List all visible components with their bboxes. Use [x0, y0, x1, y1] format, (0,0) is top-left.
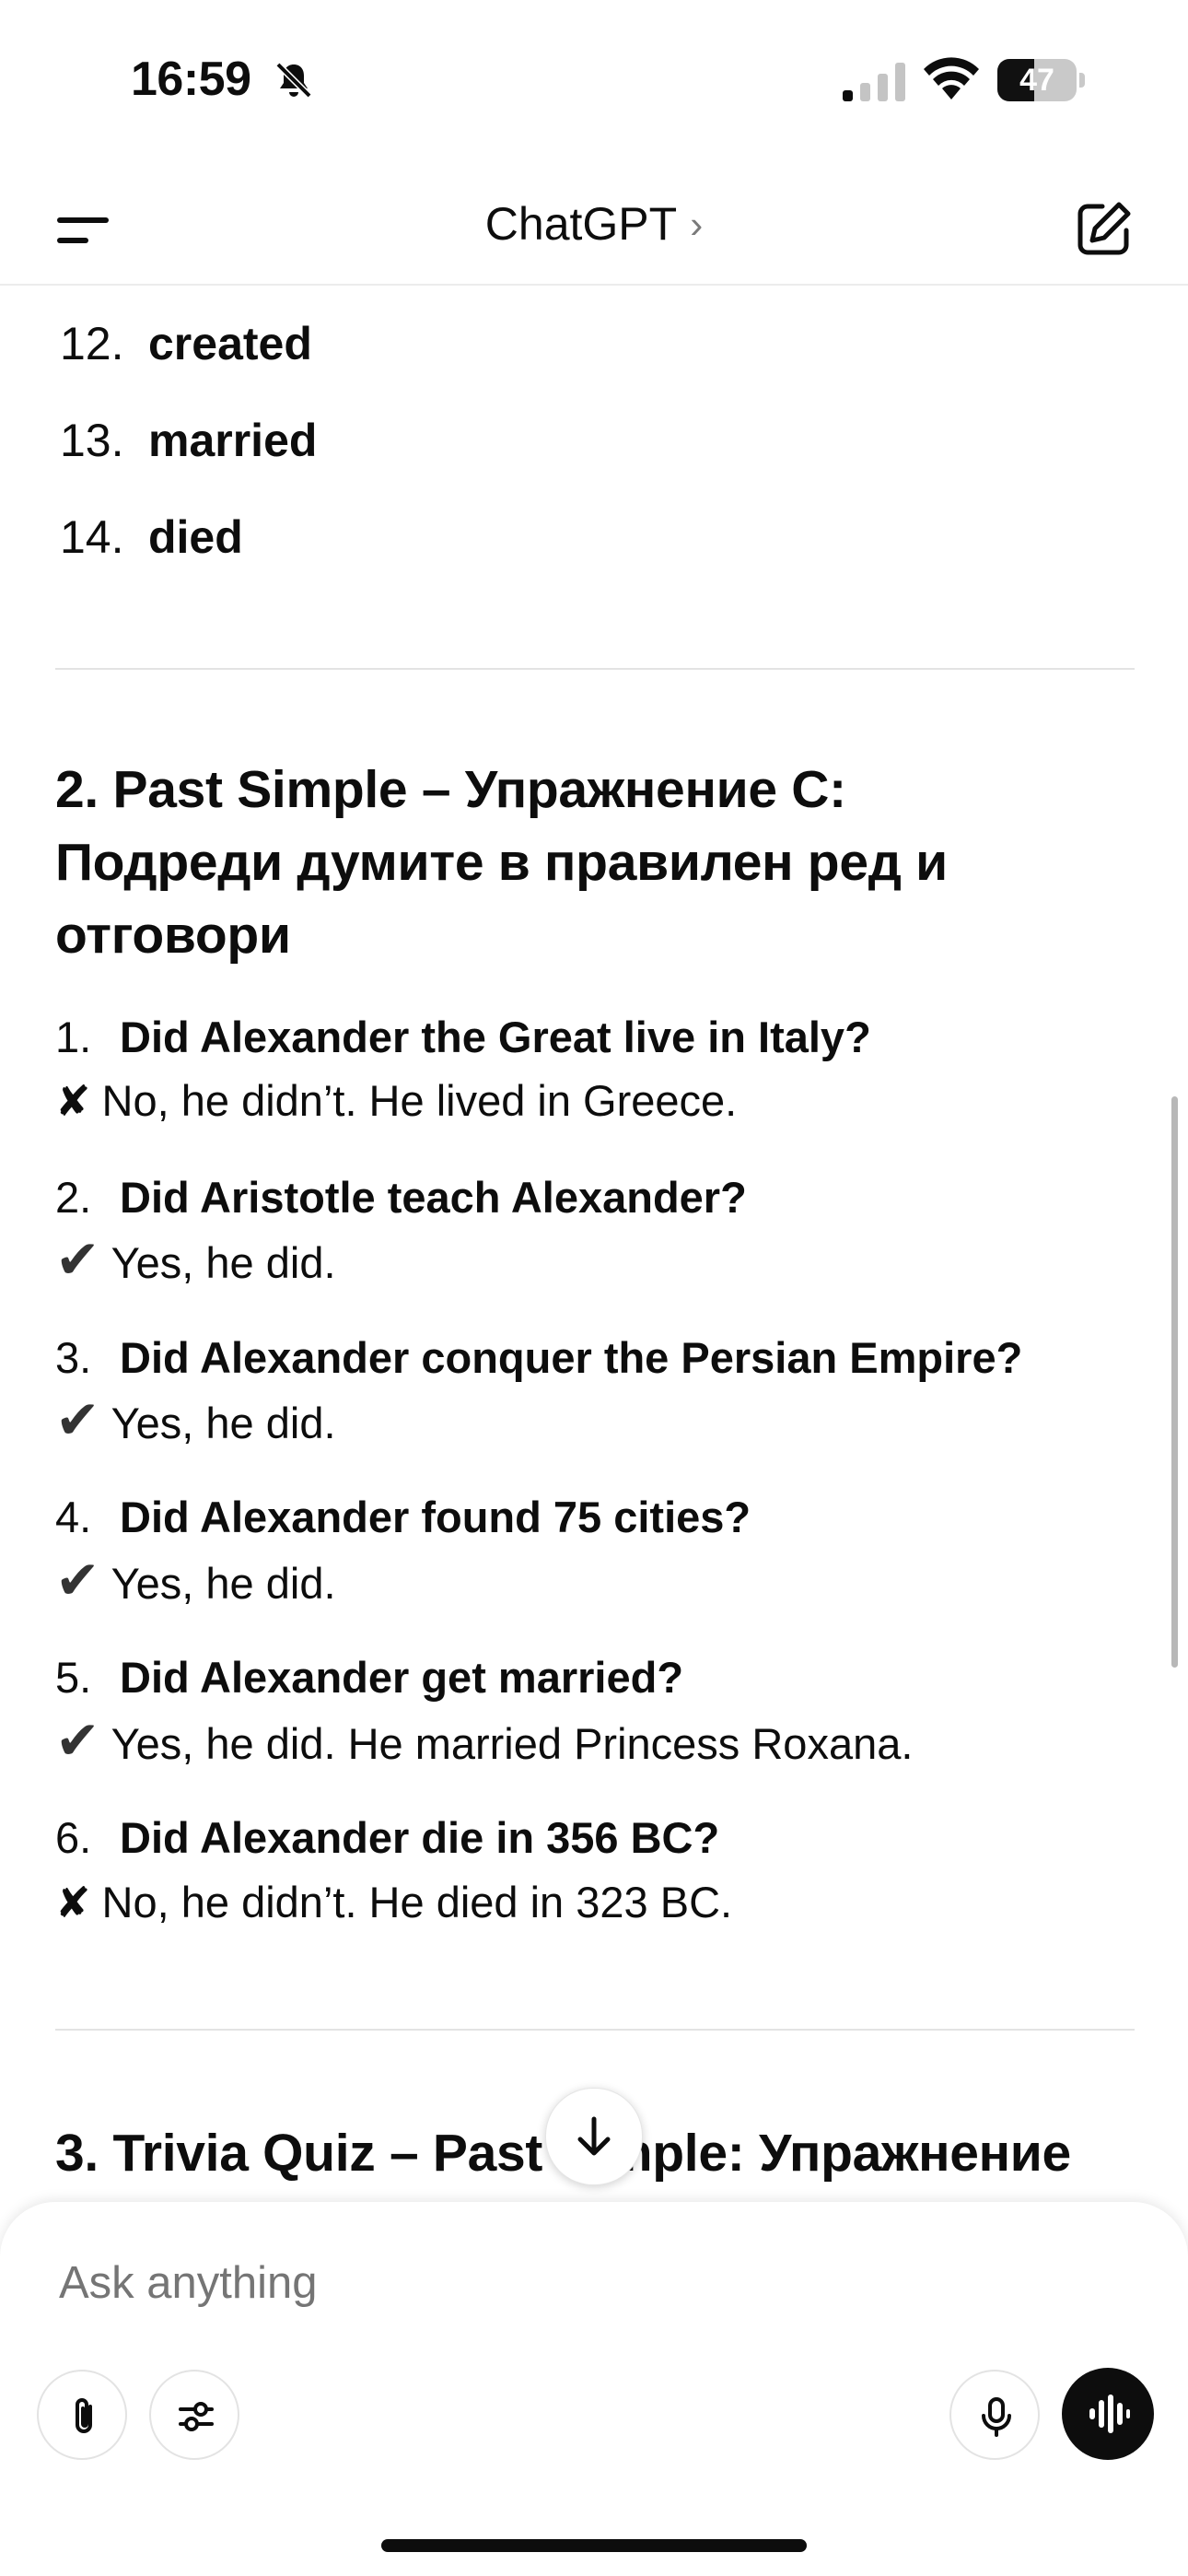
list-item: 13. married	[60, 415, 318, 466]
battery-indicator: 47	[997, 59, 1086, 101]
app-header: ChatGPT ›	[0, 175, 1188, 286]
silent-bell-icon	[275, 62, 312, 99]
scrollbar[interactable]	[1171, 1096, 1178, 1668]
answer-line: ✘ No, he didn’t. He lived in Greece.	[55, 1073, 1151, 1129]
model-selector[interactable]: ChatGPT ›	[0, 197, 1188, 251]
conversation-content: 12. created 13. married 14. died 2. Past Si…	[0, 286, 1188, 2202]
voice-mode-button[interactable]	[1062, 2368, 1154, 2460]
question-item: 2. Did Aristotle teach Alexander?	[55, 1173, 747, 1222]
arrow-down-icon	[577, 2116, 611, 2156]
answer-line: ✔ Yes, he did. He married Princess Roxana…	[55, 1711, 914, 1771]
status-time: 16:59	[131, 53, 251, 106]
attach-button[interactable]	[37, 2370, 127, 2460]
answer-line: ✔ Yes, he did.	[55, 1551, 336, 1610]
dictate-button[interactable]	[949, 2370, 1040, 2460]
check-mark-icon: ✔	[55, 1390, 100, 1450]
question-item: 5. Did Alexander get married?	[55, 1653, 684, 1702]
cross-mark-icon: ✘	[55, 1077, 91, 1125]
sliders-icon	[179, 2402, 214, 2431]
check-mark-icon: ✔	[55, 1551, 100, 1610]
mic-icon	[982, 2397, 1011, 2437]
chevron-right-icon: ›	[690, 203, 704, 246]
answer-line: ✔ Yes, he did.	[55, 1230, 336, 1290]
divider	[55, 668, 1135, 670]
voice-mode-icon	[1089, 2395, 1130, 2433]
battery-percent: 47	[1019, 63, 1054, 98]
question-item: 3. Did Alexander conquer the Persian Empi…	[55, 1333, 1023, 1382]
status-bar: 16:59 47	[0, 0, 1188, 161]
list-item: 12. created	[60, 318, 312, 369]
answer-line: ✘ No, he didn’t. He died in 323 BC.	[55, 1875, 1151, 1930]
message-composer	[0, 2202, 1188, 2576]
check-mark-icon: ✔	[55, 1230, 100, 1290]
check-mark-icon: ✔	[55, 1711, 100, 1771]
home-indicator	[381, 2539, 807, 2552]
cellular-signal-icon	[843, 63, 905, 101]
paperclip-icon	[76, 2398, 92, 2433]
message-input[interactable]	[59, 2257, 980, 2309]
page-title: ChatGPT	[484, 198, 678, 250]
question-item: 1. Did Alexander the Great live in Italy?	[55, 1013, 871, 1061]
new-chat-icon[interactable]	[1071, 197, 1136, 262]
wifi-icon	[924, 57, 979, 100]
divider	[55, 2029, 1135, 2031]
cross-mark-icon: ✘	[55, 1879, 91, 1926]
list-item: 14. died	[60, 511, 243, 563]
tools-button[interactable]	[149, 2370, 239, 2460]
question-item: 6. Did Alexander die in 356 BC?	[55, 1813, 720, 1862]
scroll-to-bottom-button[interactable]	[545, 2088, 643, 2185]
answer-line: ✔ Yes, he did.	[55, 1390, 336, 1450]
question-item: 4. Did Alexander found 75 cities?	[55, 1493, 751, 1541]
section-heading: 2. Past Simple – Упражнение C: Подреди д…	[55, 760, 948, 965]
